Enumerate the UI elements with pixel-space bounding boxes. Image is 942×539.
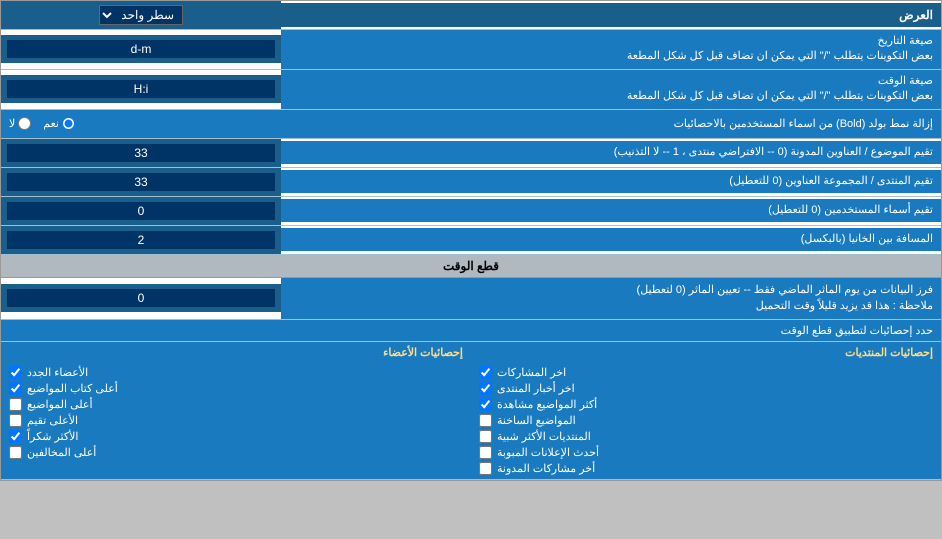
header-row: العرض سطر واحد سطرين ثلاثة أسطر [1, 1, 941, 30]
bold-radio-options: نعم لا [9, 117, 75, 130]
checkbox-item-col1-2: أكثر المواضيع مشاهدة [479, 398, 933, 411]
gap-label: المسافة بين الخانيا (بالبكسل) [281, 228, 941, 251]
gap-row: المسافة بين الخانيا (بالبكسل) [1, 226, 941, 255]
checkbox-label-col2-0: الأعضاء الجدد [27, 366, 88, 379]
checkbox-label-col2-4: الأكثر شكراً [27, 430, 78, 443]
checkbox-col1-6[interactable] [479, 462, 492, 475]
checkbox-label-col1-4: المنتديات الأكثر شبية [497, 430, 591, 443]
col2-member-stats: إحصائيات الأعضاء الأعضاء الجدد أعلى كتاب… [1, 342, 471, 479]
bold-no-label[interactable]: لا [9, 117, 31, 130]
time-format-label: صيغة الوقت بعض التكوينات يتطلب "/" التي … [281, 70, 941, 109]
topic-order-label: تقيم الموضوع / العناوين المدونة (0 -- ال… [281, 141, 941, 164]
bold-yes-label[interactable]: نعم [43, 117, 75, 130]
checkbox-item-col2-0: الأعضاء الجدد [9, 366, 463, 379]
checkbox-col2-4[interactable] [9, 430, 22, 443]
checkbox-col1-3[interactable] [479, 414, 492, 427]
checkbox-label-col2-1: أعلى كتاب المواضيع [27, 382, 118, 395]
checkbox-item-col1-4: المنتديات الأكثر شبية [479, 430, 933, 443]
forum-order-label: تقيم المنتدى / المجموعة العناوين (0 للتع… [281, 170, 941, 193]
gap-input-cell [1, 226, 281, 254]
topic-order-row: تقيم الموضوع / العناوين المدونة (0 -- ال… [1, 139, 941, 168]
cutoff-row: فرز البيانات من يوم الماثر الماضي فقط --… [1, 278, 941, 320]
checkbox-col1-2[interactable] [479, 398, 492, 411]
date-format-input[interactable] [7, 40, 275, 58]
user-order-input[interactable] [7, 202, 275, 220]
bold-no-radio[interactable] [18, 117, 31, 130]
checkbox-item-col1-1: اخر أخبار المنتدى [479, 382, 933, 395]
col1-header: إحصائيات المنتديات [479, 346, 933, 359]
time-format-input[interactable] [7, 80, 275, 98]
forum-order-input[interactable] [7, 173, 275, 191]
display-mode-select[interactable]: سطر واحد سطرين ثلاثة أسطر [99, 5, 183, 25]
bold-radio-container: إزالة نمط بولد (Bold) من اسماء المستخدمي… [1, 110, 941, 138]
checkbox-item-col2-5: أعلى المخالفين [9, 446, 463, 459]
main-container: العرض سطر واحد سطرين ثلاثة أسطر صيغة الت… [0, 0, 942, 481]
checkbox-label-col1-5: أحدث الإعلانات المبوبة [497, 446, 599, 459]
stat-limit-row: حدد إحصائيات لتطبيق قطع الوقت [1, 320, 941, 342]
checkbox-col2-3[interactable] [9, 414, 22, 427]
checkbox-col2-5[interactable] [9, 446, 22, 459]
checkbox-col1-4[interactable] [479, 430, 492, 443]
cutoff-input[interactable] [7, 289, 275, 307]
date-format-label: صيغة التاريخ بعض التكوينات يتطلب "/" الت… [281, 30, 941, 69]
cutoff-input-cell [1, 284, 281, 312]
col2-header: إحصائيات الأعضاء [9, 346, 463, 359]
header-label: العرض [281, 3, 941, 28]
user-order-label: تقيم أسماء المستخدمين (0 للتعطيل) [281, 199, 941, 222]
checkbox-item-col1-6: أخر مشاركات المدونة [479, 462, 933, 475]
checkboxes-row: إحصائيات المنتديات اخر المشاركات اخر أخب… [1, 342, 941, 479]
bold-yes-text: نعم [43, 117, 59, 130]
checkbox-col2-0[interactable] [9, 366, 22, 379]
checkbox-label-col2-2: أعلى المواضيع [27, 398, 93, 411]
checkbox-col1-1[interactable] [479, 382, 492, 395]
bold-yes-radio[interactable] [62, 117, 75, 130]
time-format-row: صيغة الوقت بعض التكوينات يتطلب "/" التي … [1, 70, 941, 110]
user-order-row: تقيم أسماء المستخدمين (0 للتعطيل) [1, 197, 941, 226]
checkbox-item-col1-0: اخر المشاركات [479, 366, 933, 379]
display-mode-cell: سطر واحد سطرين ثلاثة أسطر [1, 1, 281, 29]
cutoff-label: فرز البيانات من يوم الماثر الماضي فقط --… [281, 278, 941, 319]
checkbox-label-col2-3: الأعلى تقيم [27, 414, 78, 427]
gap-input[interactable] [7, 231, 275, 249]
checkbox-item-col2-4: الأكثر شكراً [9, 430, 463, 443]
checkbox-label-col1-6: أخر مشاركات المدونة [497, 462, 595, 475]
checkbox-col1-5[interactable] [479, 446, 492, 459]
checkbox-label-col2-5: أعلى المخالفين [27, 446, 96, 459]
checkbox-item-col2-1: أعلى كتاب المواضيع [9, 382, 463, 395]
checkbox-item-col2-3: الأعلى تقيم [9, 414, 463, 427]
date-format-row: صيغة التاريخ بعض التكوينات يتطلب "/" الت… [1, 30, 941, 70]
time-format-input-cell [1, 75, 281, 103]
topic-order-input-cell [1, 139, 281, 167]
checkbox-item-col1-3: المواضيع الساخنة [479, 414, 933, 427]
bold-no-text: لا [9, 117, 15, 130]
checkbox-label-col1-0: اخر المشاركات [497, 366, 566, 379]
topic-order-input[interactable] [7, 144, 275, 162]
checkbox-item-col1-5: أحدث الإعلانات المبوبة [479, 446, 933, 459]
forum-order-input-cell [1, 168, 281, 196]
date-format-input-cell [1, 35, 281, 63]
bold-remove-row: إزالة نمط بولد (Bold) من اسماء المستخدمي… [1, 110, 941, 139]
checkbox-col2-1[interactable] [9, 382, 22, 395]
col1-forum-stats: إحصائيات المنتديات اخر المشاركات اخر أخب… [471, 342, 941, 479]
checkbox-label-col1-1: اخر أخبار المنتدى [497, 382, 575, 395]
checkboxes-section: إحصائيات المنتديات اخر المشاركات اخر أخب… [1, 342, 941, 480]
forum-order-row: تقيم المنتدى / المجموعة العناوين (0 للتع… [1, 168, 941, 197]
checkbox-label-col1-2: أكثر المواضيع مشاهدة [497, 398, 597, 411]
user-order-input-cell [1, 197, 281, 225]
bold-label: إزالة نمط بولد (Bold) من اسماء المستخدمي… [75, 117, 933, 130]
checkbox-label-col1-3: المواضيع الساخنة [497, 414, 576, 427]
checkbox-item-col2-2: أعلى المواضيع [9, 398, 463, 411]
cutoff-section-header: قطع الوقت [1, 255, 941, 278]
checkbox-col2-2[interactable] [9, 398, 22, 411]
checkbox-col1-0[interactable] [479, 366, 492, 379]
